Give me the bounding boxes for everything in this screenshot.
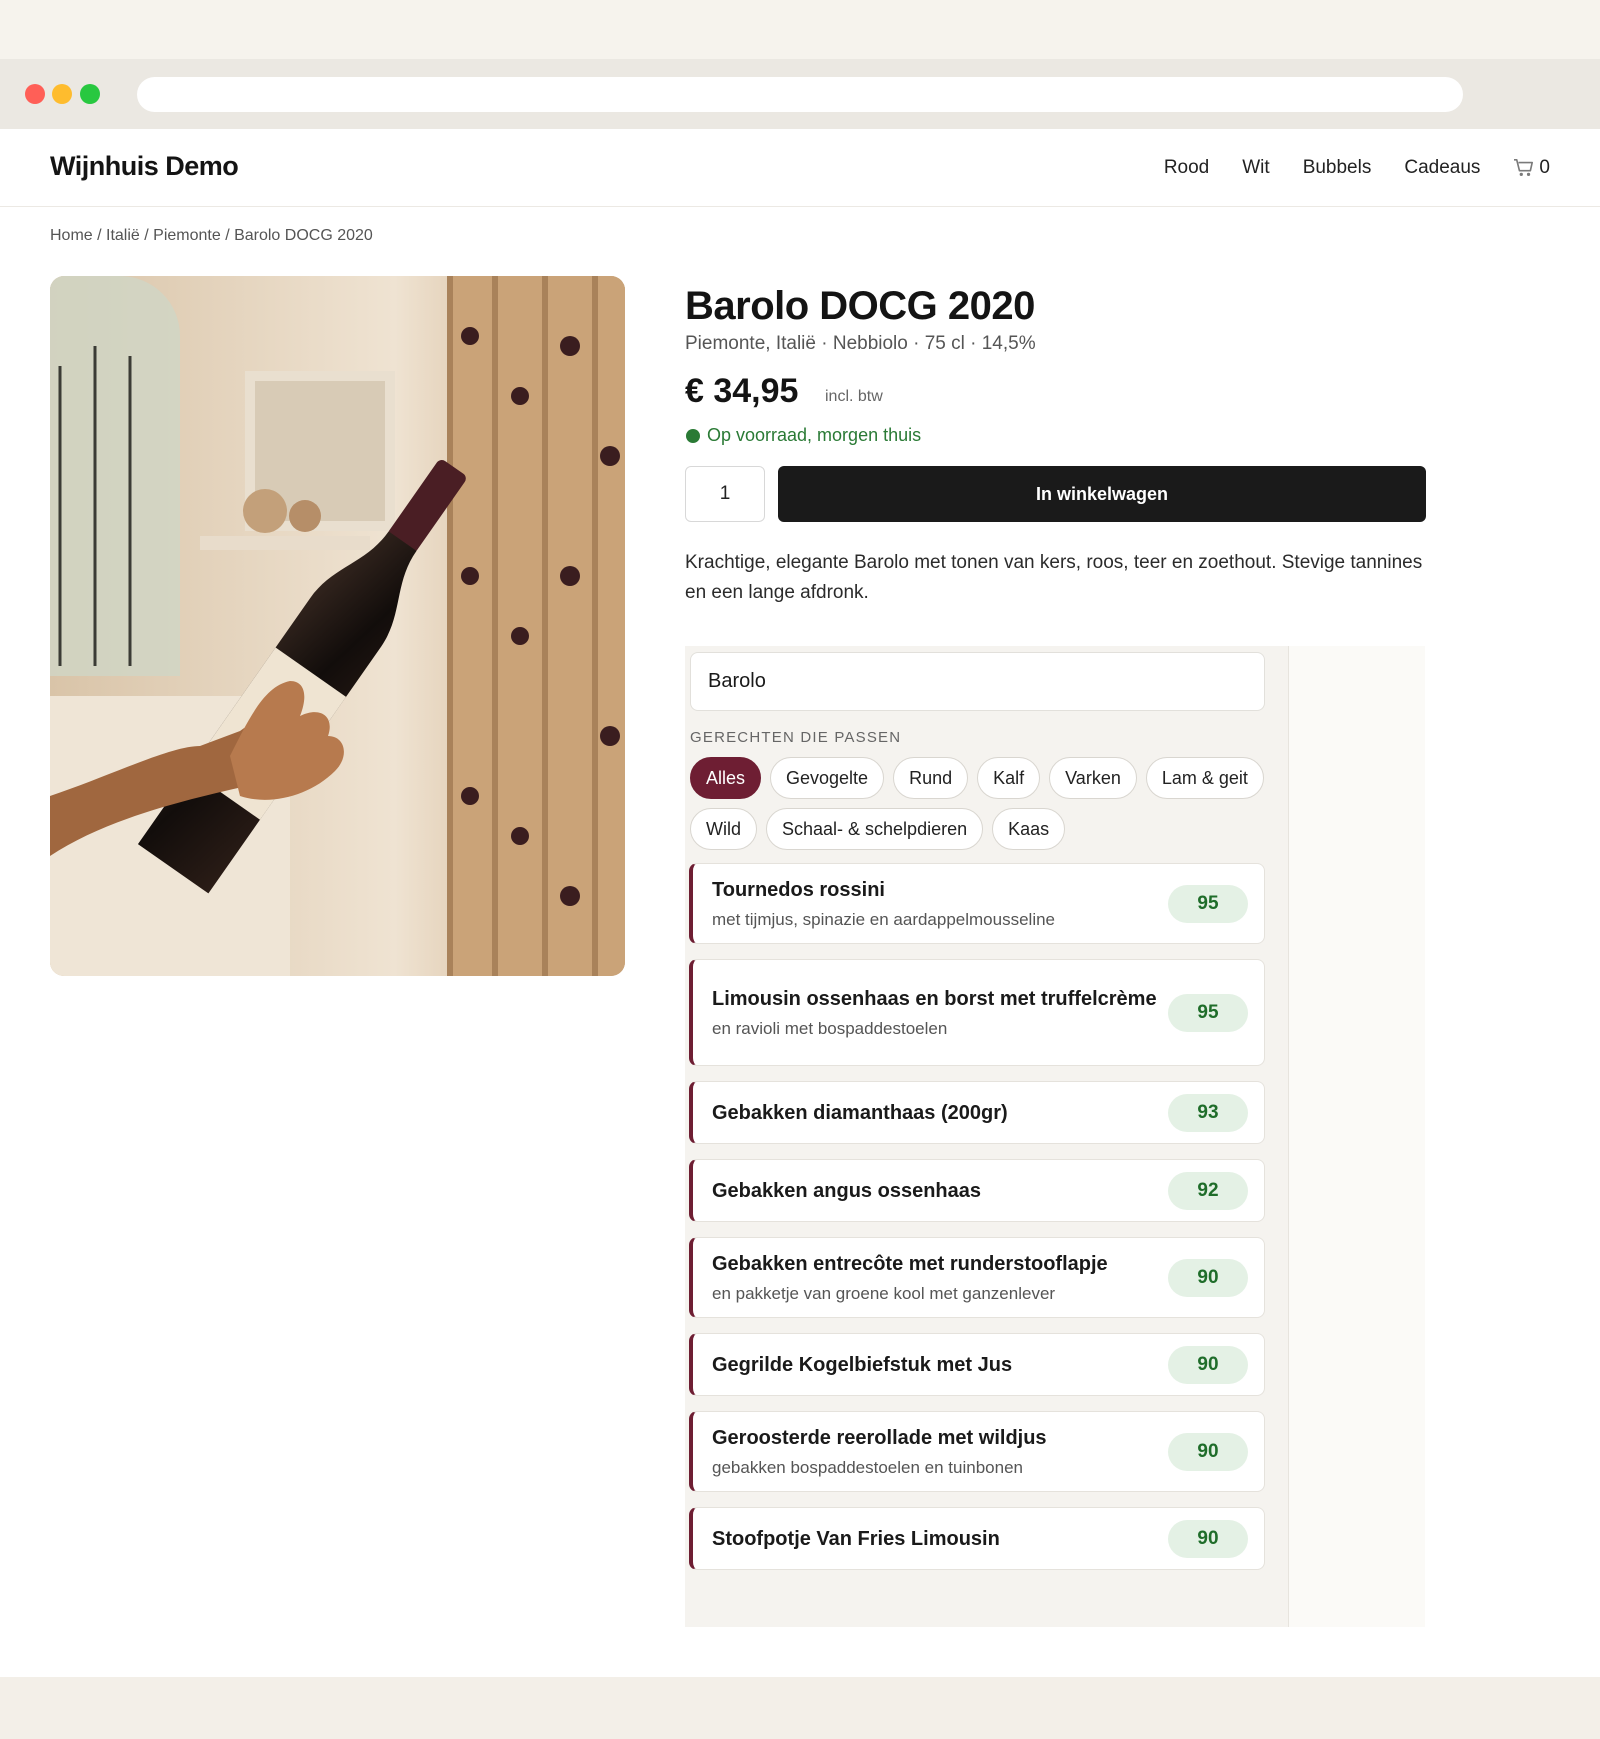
add-to-cart-button[interactable]: In winkelwagen xyxy=(778,466,1426,522)
cart-icon xyxy=(1514,159,1534,176)
wine-bottle-photo xyxy=(50,276,625,976)
nav-item-wit[interactable]: Wit xyxy=(1242,157,1269,179)
dish-row[interactable]: Limousin ossenhaas en borst met truffelc… xyxy=(689,959,1265,1066)
dish-name: Gegrilde Kogelbiefstuk met Jus xyxy=(712,1353,1013,1376)
page-bottom-band xyxy=(0,1677,1600,1739)
product-page: Wijnhuis Demo Rood Wit Bubbels Cadeaus 0… xyxy=(0,129,1600,1677)
match-score-badge: 92 xyxy=(1168,1171,1248,1210)
product-price: € 34,95 xyxy=(685,372,799,410)
wine-search-input[interactable]: Barolo xyxy=(690,652,1265,711)
product-title: Barolo DOCG 2020 xyxy=(685,284,1035,328)
filter-chip[interactable]: Kaas xyxy=(992,808,1066,850)
dish-name: Limousin ossenhaas en borst met truffelc… xyxy=(712,987,1157,1010)
dish-row[interactable]: Stoofpotje Van Fries Limousin 90 xyxy=(689,1507,1265,1570)
stock-dot-icon xyxy=(686,428,700,443)
match-score-badge: 95 xyxy=(1168,993,1248,1032)
pairing-list-panel[interactable]: Barolo GERECHTEN DIE PASSEN Alles Gevogel… xyxy=(685,646,1289,1627)
pairing-widget: Barolo GERECHTEN DIE PASSEN Alles Gevogel… xyxy=(685,646,1425,1627)
filter-chip[interactable]: Wild xyxy=(690,808,757,850)
main-nav: Rood Wit Bubbels Cadeaus 0 xyxy=(1164,157,1550,179)
dish-row[interactable]: Gebakken angus ossenhaas 92 xyxy=(689,1159,1265,1222)
vat-note: incl. btw xyxy=(825,388,883,405)
dish-subtitle: gebakken bospaddestoelen en tuinbonen xyxy=(712,1457,1023,1477)
dish-row[interactable]: Tournedos rossini met tijmjus, spinazie e… xyxy=(689,863,1265,944)
dish-row[interactable]: Geroosterde reerollade met wildjus gebakk… xyxy=(689,1411,1265,1492)
dish-name: Gebakken diamanthaas (200gr) xyxy=(712,1101,1008,1124)
nav-item-bubbels[interactable]: Bubbels xyxy=(1303,157,1372,179)
window-close-button[interactable] xyxy=(25,84,45,104)
dish-name: Gebakken angus ossenhaas xyxy=(712,1179,982,1202)
dish-subtitle: en pakketje van groene kool met ganzenle… xyxy=(712,1283,1056,1303)
cart-button[interactable]: 0 xyxy=(1513,157,1550,179)
filter-chip[interactable]: Kalf xyxy=(977,757,1041,799)
filter-chip[interactable]: Gevogelte xyxy=(770,757,885,799)
dish-subtitle: met tijmjus, spinazie en aardappelmousse… xyxy=(712,909,1056,929)
match-score-badge: 90 xyxy=(1168,1345,1248,1384)
dish-name: Gebakken entrecôte met runderstooflapje xyxy=(712,1252,1108,1275)
filter-chip[interactable]: Schaal- & schelpdieren xyxy=(766,808,984,850)
address-bar[interactable] xyxy=(137,77,1463,112)
match-score-badge: 90 xyxy=(1168,1519,1248,1558)
filter-chip[interactable]: Varken xyxy=(1049,757,1137,799)
window-minimize-button[interactable] xyxy=(52,84,72,104)
match-score-badge: 90 xyxy=(1168,1258,1248,1297)
pairing-section-label: GERECHTEN DIE PASSEN xyxy=(690,729,902,746)
product-image xyxy=(50,276,625,976)
window-maximize-button[interactable] xyxy=(80,84,100,104)
match-score-badge: 95 xyxy=(1168,884,1248,923)
filter-chip[interactable]: Alles xyxy=(690,757,762,799)
dish-name: Stoofpotje Van Fries Limousin xyxy=(712,1527,1000,1550)
stock-status: Op voorraad, morgen thuis xyxy=(686,425,921,446)
nav-item-cadeaus[interactable]: Cadeaus xyxy=(1404,157,1480,179)
dish-row[interactable]: Gebakken diamanthaas (200gr) 93 xyxy=(689,1081,1265,1144)
cart-count: 0 xyxy=(1539,157,1550,178)
product-description: Krachtige, elegante Barolo met tonen van… xyxy=(685,552,1423,603)
quantity-input[interactable]: 1 xyxy=(685,466,765,522)
match-score-badge: 93 xyxy=(1168,1093,1248,1132)
dish-row[interactable]: Gegrilde Kogelbiefstuk met Jus 90 xyxy=(689,1333,1265,1396)
product-subtitle: Piemonte, Italië · Nebbiolo · 75 cl · 14… xyxy=(685,333,1036,354)
dish-name: Geroosterde reerollade met wildjus xyxy=(712,1426,1047,1449)
dish-filter-chips: Alles Gevogelte Rund Kalf Varken Lam & geit Wi… xyxy=(690,757,1270,850)
dish-name: Tournedos rossini xyxy=(712,878,885,901)
site-header: Wijnhuis Demo Rood Wit Bubbels Cadeaus 0 xyxy=(0,129,1600,207)
nav-item-rood[interactable]: Rood xyxy=(1164,157,1209,179)
dish-row[interactable]: Gebakken entrecôte met runderstooflapje e… xyxy=(689,1237,1265,1318)
dish-subtitle: en ravioli met bospaddestoelen xyxy=(712,1018,948,1038)
stock-text: Op voorraad, morgen thuis xyxy=(707,425,922,445)
match-score-badge: 90 xyxy=(1168,1432,1248,1471)
filter-chip[interactable]: Rund xyxy=(893,757,969,799)
dish-list: Tournedos rossini met tijmjus, spinazie e… xyxy=(689,863,1265,1585)
filter-chip[interactable]: Lam & geit xyxy=(1145,757,1264,799)
site-logo[interactable]: Wijnhuis Demo xyxy=(50,151,239,182)
breadcrumb[interactable]: Home / Italië / Piemonte / Barolo DOCG 2… xyxy=(50,227,373,245)
